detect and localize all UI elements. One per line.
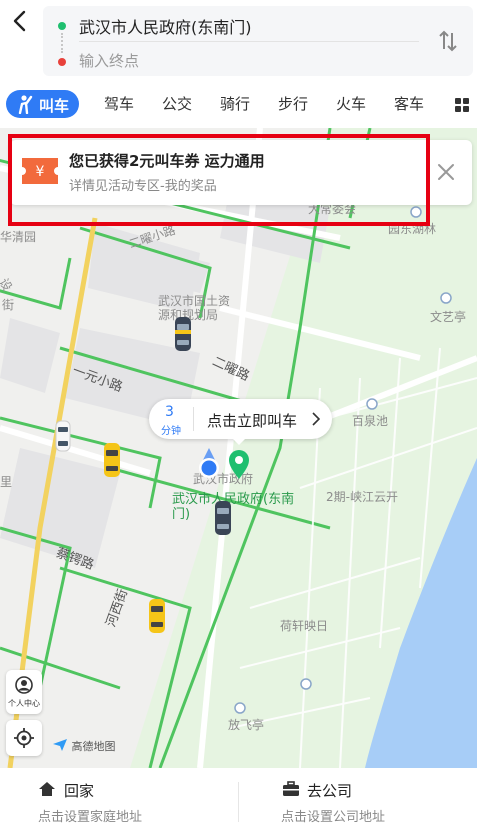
divider: [193, 407, 194, 431]
hailing-person-icon: [18, 95, 33, 114]
amap-arrow-icon: [53, 739, 67, 751]
amap-logo: 高德地图: [52, 738, 116, 754]
taxi-car-icon: [175, 317, 191, 351]
route-header: 武汉市人民政府(东南门) 输入终点 叫车 驾车 公交 骑行 步行 火车 客车: [0, 0, 477, 128]
taxi-car-icon: [149, 599, 165, 633]
map-label-poi: 放飞亭: [228, 718, 265, 732]
home-title: 回家: [64, 782, 95, 800]
map-label-destination: 武汉市人民政府(东南 门): [172, 492, 295, 522]
quick-destination-bar: 回家 点击设置家庭地址 去公司 点击设置公司地址: [0, 768, 477, 830]
tab-coach[interactable]: 客车: [394, 93, 424, 114]
poi-marker-icon: [366, 398, 378, 410]
taxi-car-icon: [104, 443, 120, 477]
map-label-area: 华清园: [0, 230, 37, 244]
call-now-label: 点击立即叫车: [207, 412, 298, 430]
tab-bus[interactable]: 公交: [162, 93, 192, 114]
back-arrow-icon[interactable]: [8, 8, 34, 34]
divider: [79, 41, 419, 42]
map-label-area: 街: [2, 298, 15, 312]
map-label-poi: 2期-峡江云开: [326, 490, 398, 504]
go-work-shortcut[interactable]: 去公司 点击设置公司地址: [239, 768, 477, 830]
poi-marker-icon: [300, 678, 312, 690]
poi-marker-icon: [440, 292, 452, 304]
tab-taxi-label: 叫车: [39, 97, 70, 115]
home-icon: [39, 782, 55, 796]
map-label-poi: 文艺亭: [430, 310, 467, 324]
tab-taxi[interactable]: 叫车: [6, 90, 79, 118]
tab-walk[interactable]: 步行: [278, 93, 308, 114]
call-taxi-bubble[interactable]: 3 分钟 点击立即叫车: [149, 399, 332, 445]
more-modes-grid-icon[interactable]: [455, 98, 469, 112]
personal-center-button[interactable]: 个人中心: [6, 670, 42, 714]
tab-train[interactable]: 火车: [336, 93, 366, 114]
tab-drive[interactable]: 驾车: [104, 93, 134, 114]
start-location-field[interactable]: 武汉市人民政府(东南门): [79, 14, 252, 38]
home-subtitle: 点击设置家庭地址: [38, 810, 143, 825]
chevron-right-icon: [312, 412, 320, 426]
go-home-shortcut[interactable]: 回家 点击设置家庭地址: [0, 768, 238, 830]
destination-pin-icon: [229, 450, 249, 479]
poi-marker-icon: [234, 702, 246, 714]
taxi-car-icon: [55, 420, 71, 452]
map-label-poi: 武汉市国土资 源和规划局: [158, 294, 231, 322]
personal-center-label: 个人中心: [8, 699, 40, 708]
locate-button[interactable]: [6, 720, 42, 756]
taxi-car-icon: [215, 501, 231, 535]
route-input-box: 武汉市人民政府(东南门) 输入终点: [43, 6, 473, 76]
highlight-frame: [8, 134, 430, 226]
map-label-poi: 荷轩映日: [280, 619, 329, 633]
map-label-area: 里: [0, 475, 13, 489]
route-connector: [61, 33, 63, 53]
tab-bike[interactable]: 骑行: [220, 93, 250, 114]
briefcase-icon: [283, 781, 299, 796]
start-point-dot: [58, 22, 66, 30]
work-title: 去公司: [307, 782, 353, 800]
current-location-icon: [199, 448, 219, 478]
close-icon[interactable]: [436, 162, 456, 182]
amap-logo-text: 高德地图: [71, 740, 116, 753]
locate-crosshair-icon: [14, 728, 34, 748]
transport-mode-tabs: 叫车 驾车 公交 骑行 步行 火车 客车: [0, 88, 477, 124]
swap-route-icon[interactable]: [437, 29, 459, 53]
destination-input[interactable]: 输入终点: [79, 50, 139, 71]
eta-unit: 分钟: [161, 426, 181, 437]
end-point-dot: [58, 58, 66, 66]
eta-value: 3: [165, 404, 174, 420]
map-label-poi: 百泉池: [352, 414, 389, 428]
user-icon: [15, 676, 33, 694]
work-subtitle: 点击设置公司地址: [281, 810, 386, 825]
